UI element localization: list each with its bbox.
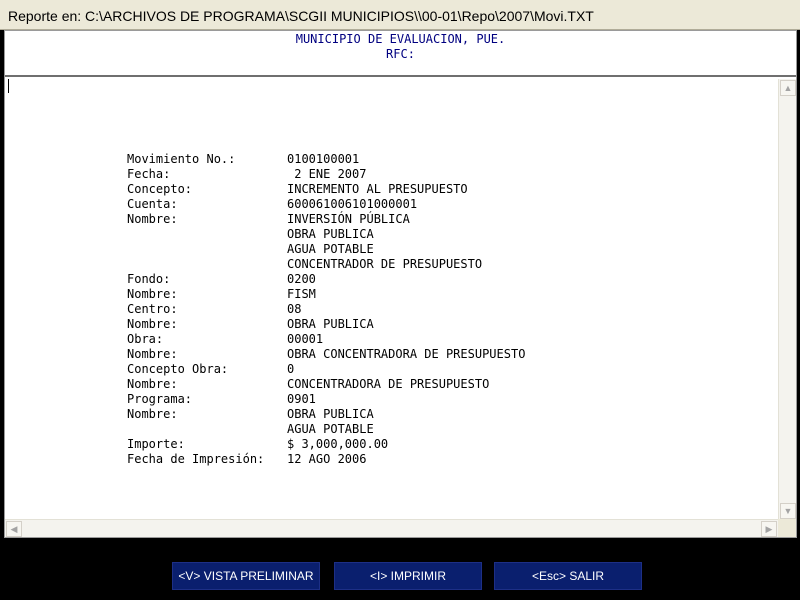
report-row: Concepto Obra: 0 xyxy=(127,362,525,377)
report-row-value: CONCENTRADOR DE PRESUPUESTO xyxy=(287,257,483,271)
report-row-label xyxy=(127,242,287,257)
report-row-value: OBRA CONCENTRADORA DE PRESUPUESTO xyxy=(287,347,526,361)
window-title: Reporte en: C:\ARCHIVOS DE PROGRAMA\SCGI… xyxy=(0,0,800,30)
report-row-label: Importe: xyxy=(127,437,185,451)
report-row-label: Nombre: xyxy=(127,212,178,226)
report-row-value: CONCENTRADORA DE PRESUPUESTO xyxy=(287,377,490,391)
report-row-value: 0 xyxy=(287,362,295,376)
report-row: CONCENTRADOR DE PRESUPUESTO xyxy=(127,257,525,272)
report-row-value: 08 xyxy=(287,302,302,316)
horizontal-scrollbar[interactable]: ◀ ▶ xyxy=(5,519,778,537)
report-row: Fecha de Impresión: 12 AGO 2006 xyxy=(127,452,525,467)
preview-button[interactable]: <V> VISTA PRELIMINAR xyxy=(172,562,320,590)
report-row-value: 0901 xyxy=(287,392,316,406)
report-row-label: Nombre: xyxy=(127,317,178,331)
scroll-down-arrow-icon[interactable]: ▼ xyxy=(780,503,796,519)
report-row-label: Programa: xyxy=(127,392,193,406)
report-row-label: Fecha: xyxy=(127,167,171,181)
scrollbar-corner xyxy=(778,519,796,537)
report-row-value: INCREMENTO AL PRESUPUESTO xyxy=(287,182,468,196)
report-row: Programa: 0901 xyxy=(127,392,525,407)
report-row-label xyxy=(127,257,287,272)
report-row-value: 2 ENE 2007 xyxy=(287,167,367,181)
report-header-rfc: RFC: xyxy=(386,47,415,61)
report-row: Nombre: OBRA PUBLICA xyxy=(127,317,525,332)
report-row-label: Movimiento No.: xyxy=(127,152,236,166)
report-row: OBRA PUBLICA xyxy=(127,227,525,242)
report-row-label: Nombre: xyxy=(127,347,178,361)
report-row-value: 0200 xyxy=(287,272,316,286)
report-row-value: AGUA POTABLE xyxy=(287,422,374,436)
report-row-value: 12 AGO 2006 xyxy=(287,452,367,466)
report-row: Fecha: 2 ENE 2007 xyxy=(127,167,525,182)
report-row: Nombre: CONCENTRADORA DE PRESUPUESTO xyxy=(127,377,525,392)
report-row: Movimiento No.: 0100100001 xyxy=(127,152,525,167)
report-row: Obra: 00001 xyxy=(127,332,525,347)
report-row: Cuenta: 600061006101000001 xyxy=(127,197,525,212)
report-row-label xyxy=(127,422,287,437)
report-document[interactable]: Movimiento No.: 0100100001 Fecha: 2 ENE 20… xyxy=(5,79,778,520)
report-row: Nombre: FISM xyxy=(127,287,525,302)
text-caret xyxy=(8,79,9,93)
report-row-label: Concepto: xyxy=(127,182,193,196)
report-row: Nombre: OBRA PUBLICA xyxy=(127,407,525,422)
report-row-label: Concepto Obra: xyxy=(127,362,229,376)
report-row-label: Fondo: xyxy=(127,272,171,286)
report-row-value: OBRA PUBLICA xyxy=(287,407,374,421)
scroll-up-arrow-icon[interactable]: ▲ xyxy=(780,80,796,96)
report-header: MUNICIPIO DE EVALUACION, PUE. RFC: xyxy=(5,31,796,77)
report-viewer: MUNICIPIO DE EVALUACION, PUE. RFC: Movim… xyxy=(4,30,797,538)
report-row-label: Fecha de Impresión: xyxy=(127,452,265,466)
report-header-municipality: MUNICIPIO DE EVALUACION, PUE. xyxy=(295,32,506,46)
report-row-value: OBRA PUBLICA xyxy=(287,317,374,331)
report-row-label: Nombre: xyxy=(127,287,178,301)
report-row-label: Centro: xyxy=(127,302,178,316)
report-row: Centro: 08 xyxy=(127,302,525,317)
report-row-value: $ 3,000,000.00 xyxy=(287,437,389,451)
report-row-label: Cuenta: xyxy=(127,197,178,211)
report-row: Nombre: OBRA CONCENTRADORA DE PRESUPUESTO xyxy=(127,347,525,362)
report-row-label: Obra: xyxy=(127,332,164,346)
report-row-value: OBRA PUBLICA xyxy=(287,227,374,241)
report-row: Nombre: INVERSIÓN PÚBLICA xyxy=(127,212,525,227)
report-row-label: Nombre: xyxy=(127,377,178,391)
scroll-right-arrow-icon[interactable]: ▶ xyxy=(761,521,777,537)
report-row-value: 00001 xyxy=(287,332,324,346)
report-row-value: FISM xyxy=(287,287,316,301)
footer-bar: <V> VISTA PRELIMINAR <I> IMPRIMIR <Esc> … xyxy=(0,538,800,600)
report-body: Movimiento No.: 0100100001 Fecha: 2 ENE 20… xyxy=(127,152,525,467)
report-row: Concepto: INCREMENTO AL PRESUPUESTO xyxy=(127,182,525,197)
report-row: Importe: $ 3,000,000.00 xyxy=(127,437,525,452)
print-button[interactable]: <I> IMPRIMIR xyxy=(334,562,482,590)
report-row-value: AGUA POTABLE xyxy=(287,242,374,256)
report-row-label xyxy=(127,227,287,242)
report-row-value: INVERSIÓN PÚBLICA xyxy=(287,212,410,226)
exit-button[interactable]: <Esc> SALIR xyxy=(494,562,642,590)
report-row-value: 0100100001 xyxy=(287,152,360,166)
report-row-value: 600061006101000001 xyxy=(287,197,418,211)
report-row: AGUA POTABLE xyxy=(127,422,525,437)
report-row: AGUA POTABLE xyxy=(127,242,525,257)
scroll-left-arrow-icon[interactable]: ◀ xyxy=(6,521,22,537)
report-row-label: Nombre: xyxy=(127,407,178,421)
vertical-scrollbar[interactable]: ▲ ▼ xyxy=(778,79,796,520)
report-row: Fondo: 0200 xyxy=(127,272,525,287)
